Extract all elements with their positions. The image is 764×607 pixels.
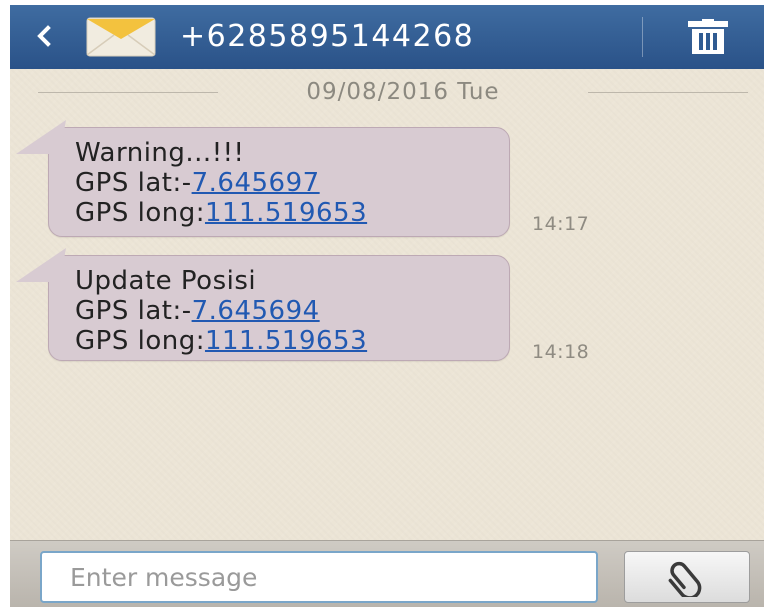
gps-long-line: GPS long:111.519653: [75, 198, 509, 228]
message-time: 14:18: [532, 341, 590, 363]
date-divider-left: [38, 92, 218, 93]
contact-number: +6285895144268: [180, 19, 475, 54]
envelope-icon: [86, 17, 156, 57]
gps-lat-line: GPS lat:-7.645697: [75, 168, 509, 198]
message-title: Warning...!!!: [75, 138, 245, 168]
gps-long-link[interactable]: 111.519653: [205, 326, 367, 356]
attach-button[interactable]: [624, 551, 750, 603]
paperclip-icon: [668, 561, 702, 597]
gps-long-link[interactable]: 111.519653: [205, 198, 367, 228]
messaging-screen: +6285895144268 09/08/2016 Tue Warning...…: [10, 5, 764, 607]
message-title: Update Posisi: [75, 266, 257, 296]
message-bubble[interactable]: Warning...!!! GPS lat:-7.645697 GPS long…: [48, 127, 510, 237]
conversation-date: 09/08/2016 Tue: [306, 79, 500, 105]
back-button[interactable]: [32, 19, 56, 53]
gps-lat-link[interactable]: 7.645697: [192, 168, 320, 198]
message-bubble[interactable]: Update Posisi GPS lat:-7.645694 GPS long…: [48, 255, 510, 361]
date-separator: 09/08/2016 Tue: [10, 75, 764, 109]
gps-lat-line: GPS lat:-7.645694: [75, 296, 509, 326]
message-time: 14:17: [532, 213, 590, 235]
date-divider-right: [588, 92, 748, 93]
gps-lat-label: GPS lat:-: [75, 296, 192, 326]
delete-button[interactable]: [685, 19, 731, 55]
gps-long-label: GPS long:: [75, 326, 205, 356]
trash-icon: [688, 19, 728, 54]
gps-lat-label: GPS lat:-: [75, 168, 192, 198]
message-input[interactable]: [40, 551, 598, 603]
chevron-left-icon: [37, 25, 51, 47]
gps-long-line: GPS long:111.519653: [75, 326, 509, 356]
composer-bar: [10, 540, 764, 607]
header-divider: [642, 17, 643, 57]
gps-long-label: GPS long:: [75, 198, 205, 228]
gps-lat-link[interactable]: 7.645694: [192, 296, 320, 326]
app-header: +6285895144268: [10, 5, 764, 69]
contact-envelope[interactable]: [86, 17, 156, 57]
